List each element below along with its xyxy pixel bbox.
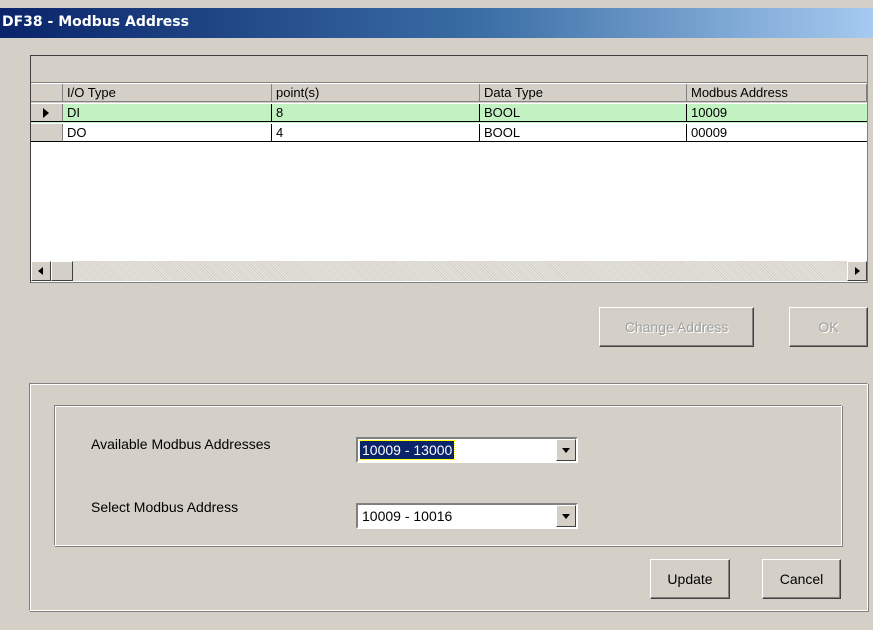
- scroll-left-button[interactable]: [31, 261, 51, 281]
- cell-points[interactable]: 4: [272, 124, 480, 142]
- column-header-io-type[interactable]: I/O Type: [63, 84, 272, 102]
- title-bar[interactable]: DF38 - Modbus Address: [0, 8, 873, 38]
- update-button[interactable]: Update: [650, 559, 730, 599]
- arrow-right-icon: [855, 267, 860, 275]
- current-row-arrow-icon: [43, 108, 49, 118]
- cell-data-type[interactable]: BOOL: [480, 104, 687, 122]
- available-addresses-dropdown[interactable]: 10009 - 13000: [356, 437, 578, 463]
- grid-header-row: I/O Type point(s) Data Type Modbus Addre…: [31, 84, 867, 103]
- scroll-thumb[interactable]: [51, 261, 73, 281]
- available-addresses-label: Available Modbus Addresses: [91, 436, 271, 452]
- column-header-modbus-address[interactable]: Modbus Address: [687, 84, 867, 102]
- chevron-down-icon: [562, 448, 570, 453]
- cell-modbus-address[interactable]: 00009: [687, 124, 867, 142]
- chevron-down-icon: [562, 514, 570, 519]
- row-indicator-header: [31, 84, 63, 102]
- table-row[interactable]: DO 4 BOOL 00009: [31, 124, 867, 143]
- dropdown-button[interactable]: [556, 505, 576, 527]
- scroll-right-button[interactable]: [847, 261, 867, 281]
- change-address-button[interactable]: Change Address: [599, 307, 754, 347]
- cell-io-type[interactable]: DO: [63, 124, 272, 142]
- cell-io-type[interactable]: DI: [63, 104, 272, 122]
- ok-button[interactable]: OK: [789, 307, 868, 347]
- dropdown-button[interactable]: [556, 439, 576, 461]
- select-address-dropdown[interactable]: 10009 - 10016: [356, 503, 578, 529]
- row-indicator[interactable]: [31, 124, 63, 142]
- horizontal-scrollbar[interactable]: [31, 261, 867, 281]
- cell-points[interactable]: 8: [272, 104, 480, 122]
- grid-caption-bar: [31, 56, 867, 83]
- select-address-label: Select Modbus Address: [91, 499, 239, 515]
- cell-modbus-address[interactable]: 10009: [687, 104, 867, 122]
- window-title: DF38 - Modbus Address: [2, 14, 189, 30]
- cancel-button[interactable]: Cancel: [762, 559, 841, 599]
- row-indicator[interactable]: [31, 104, 63, 122]
- table-row[interactable]: DI 8 BOOL 10009: [31, 104, 867, 123]
- column-header-points[interactable]: point(s): [272, 84, 480, 102]
- modbus-address-dialog: DF38 - Modbus Address I/O Type point(s) …: [0, 0, 873, 630]
- available-addresses-value: 10009 - 13000: [358, 440, 456, 460]
- arrow-left-icon: [38, 267, 43, 275]
- cell-data-type[interactable]: BOOL: [480, 124, 687, 142]
- io-grid[interactable]: I/O Type point(s) Data Type Modbus Addre…: [30, 55, 868, 283]
- column-header-data-type[interactable]: Data Type: [480, 84, 687, 102]
- select-address-value: 10009 - 10016: [362, 508, 453, 524]
